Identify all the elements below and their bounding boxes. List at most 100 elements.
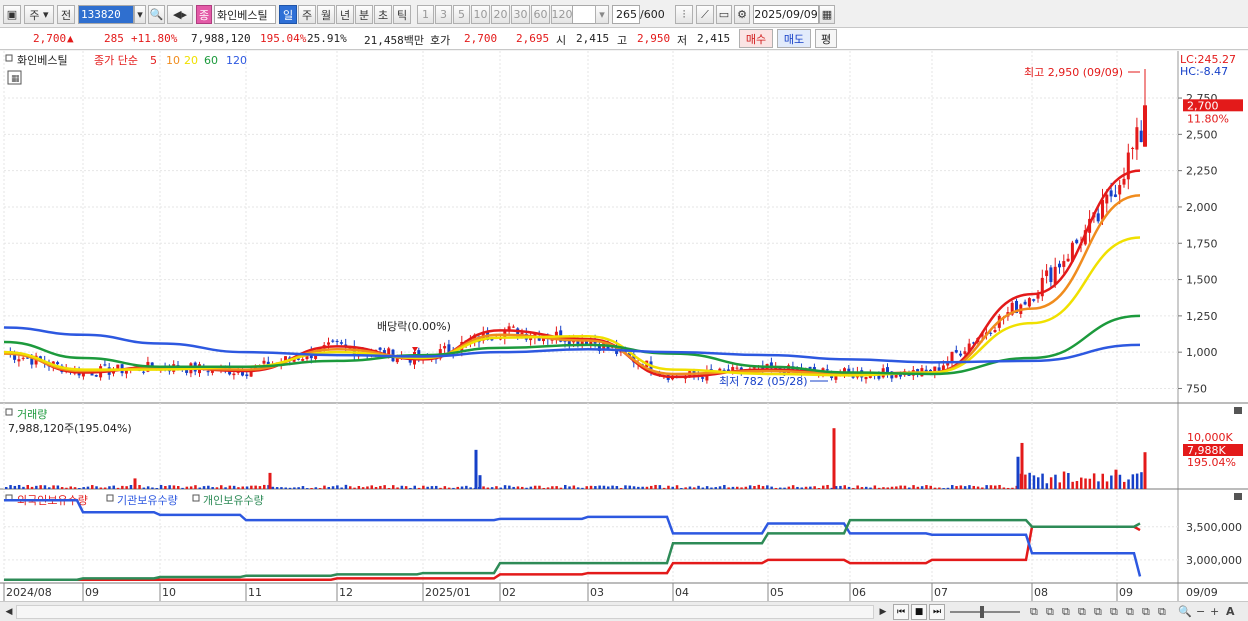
scroll-right-icon[interactable]: ▶ [876, 605, 890, 619]
volume-bar [35, 485, 38, 489]
x-tick-label: 05 [770, 586, 784, 599]
high-annotation: 최고 2,950 (09/09) [1024, 66, 1123, 79]
layout-icon-4[interactable]: ⧉ [1078, 605, 1086, 619]
volume-bar [288, 487, 292, 489]
code-dropdown-icon[interactable]: ▾ [134, 5, 146, 24]
interval-tab-6[interactable]: 60 [531, 5, 550, 24]
save-icon[interactable]: ▭ [716, 5, 732, 24]
sort-badge[interactable]: 종 [196, 5, 212, 24]
volume-bar [1127, 479, 1130, 489]
period-tab-3[interactable]: 년 [336, 5, 354, 24]
volume-bar [1140, 472, 1143, 489]
volume-bar [202, 486, 206, 489]
layout-icon-2[interactable]: ⧉ [1046, 605, 1054, 619]
volume-title: 거래량 [17, 408, 47, 421]
volume-bar [791, 485, 795, 489]
interval-tab-1[interactable]: 3 [435, 5, 452, 24]
candle-type-icon[interactable]: ⫶ [675, 5, 693, 24]
search-icon[interactable]: 🔍 [148, 5, 165, 24]
volume-bar [1037, 477, 1040, 489]
layout-icon-9[interactable]: ⧉ [1158, 605, 1166, 619]
volume-bar [684, 487, 687, 489]
scroll-left-icon[interactable]: ◀ [2, 605, 16, 619]
volume-bar [779, 487, 782, 489]
period-tab-6[interactable]: 틱 [393, 5, 411, 24]
volume-bar [336, 485, 339, 489]
volume-tag-pct: 195.04% [1187, 456, 1236, 469]
font-size-icon[interactable]: A [1226, 605, 1235, 618]
date-input[interactable]: 2025/09/09 [753, 5, 819, 24]
count-input[interactable]: 265 [612, 5, 640, 24]
interval-tab-3[interactable]: 10 [471, 5, 490, 24]
volume-bar [1045, 483, 1049, 489]
draw-tool-icon[interactable]: ⟋ [696, 5, 714, 24]
candle-body [1075, 239, 1079, 244]
x-tick-label: 03 [590, 586, 604, 599]
interval-dropdown-icon[interactable]: ▾ [595, 5, 609, 24]
speaker-icon[interactable]: ◀▸ [167, 5, 193, 24]
layout-icon-6[interactable]: ⧉ [1110, 605, 1118, 619]
gear-icon[interactable]: ⚙ [734, 5, 750, 24]
volume-bar [263, 484, 266, 489]
volume-bar [852, 487, 855, 489]
layout-icon-5[interactable]: ⧉ [1094, 605, 1102, 619]
chart-area[interactable]: 2024/08 09 10 11 12 2025/01 02 03 04 05 06 07 08 09 09… [0, 51, 1248, 603]
period-tab-5[interactable]: 초 [374, 5, 392, 24]
volume-bar [710, 487, 713, 489]
volume-bar [1062, 471, 1066, 489]
dividend-annotation: 배당락(0.00%) [377, 320, 451, 333]
volume-bar [628, 485, 631, 489]
volume-bar [959, 485, 963, 489]
eval-button[interactable]: 평 [815, 29, 837, 48]
stock-code-input[interactable]: 133820 [78, 5, 134, 24]
layout-icon-1[interactable]: ⧉ [1030, 605, 1038, 619]
scrollbar-track[interactable] [16, 605, 874, 619]
zoom-in-icon[interactable]: + [1210, 605, 1219, 618]
period-tab-1[interactable]: 주 [298, 5, 316, 24]
layout-icon-8[interactable]: ⧉ [1142, 605, 1150, 619]
buy-button[interactable]: 매수 [739, 29, 773, 48]
volume-bar [908, 487, 911, 489]
volume-bar [417, 487, 421, 489]
interval-tab-2[interactable]: 5 [453, 5, 470, 24]
volume-bar [207, 485, 210, 489]
stock-name-field[interactable]: 화인베스틸 [214, 5, 276, 24]
volume-bar [56, 485, 60, 489]
layout-icon-3[interactable]: ⧉ [1062, 605, 1070, 619]
volume-bar [469, 487, 472, 489]
volume-bar [82, 487, 85, 489]
volume-bar [912, 485, 915, 489]
interval-tabs: 1 3 5 10 20 30 60 120 [417, 5, 573, 24]
calendar-icon[interactable]: ▦ [819, 5, 835, 24]
window-menu-icon[interactable]: ▣ [3, 5, 21, 24]
interval-tab-4[interactable]: 20 [491, 5, 510, 24]
volume-bar [340, 487, 343, 489]
volume-bar [116, 487, 120, 489]
volume-bar [349, 486, 352, 489]
interval-tab-0[interactable]: 1 [417, 5, 434, 24]
market-select[interactable]: 주 ▾ [24, 5, 54, 24]
rewind-icon[interactable]: ⏮ [893, 604, 909, 620]
zoom-slider-handle[interactable] [980, 606, 984, 618]
interval-tab-5[interactable]: 30 [511, 5, 530, 24]
volume-bar [301, 486, 305, 489]
stock-chart[interactable]: 2024/08 09 10 11 12 2025/01 02 03 04 05 06 07 08 09 09… [0, 51, 1248, 603]
volume-bar [512, 486, 515, 489]
candle-body [954, 350, 958, 353]
forward-icon[interactable]: ⏭ [929, 604, 945, 620]
x-tick-label: 2024/08 [6, 586, 52, 599]
sell-button[interactable]: 매도 [777, 29, 811, 48]
zoom-out-icon[interactable]: − [1196, 605, 1205, 618]
zoom-slider[interactable] [950, 611, 1020, 613]
zoom-icon[interactable]: 🔍 [1178, 605, 1192, 618]
period-tab-4[interactable]: 분 [355, 5, 373, 24]
period-tab-0[interactable]: 일 [279, 5, 297, 24]
period-tab-2[interactable]: 월 [317, 5, 335, 24]
volume-bar [129, 485, 133, 489]
stop-icon[interactable]: ■ [911, 604, 927, 620]
volume-bar [869, 487, 872, 489]
volume-bar [895, 486, 898, 489]
interval-tab-7[interactable]: 120 [551, 5, 573, 24]
layout-icon-7[interactable]: ⧉ [1126, 605, 1134, 619]
prev-button[interactable]: 전 [57, 5, 75, 24]
